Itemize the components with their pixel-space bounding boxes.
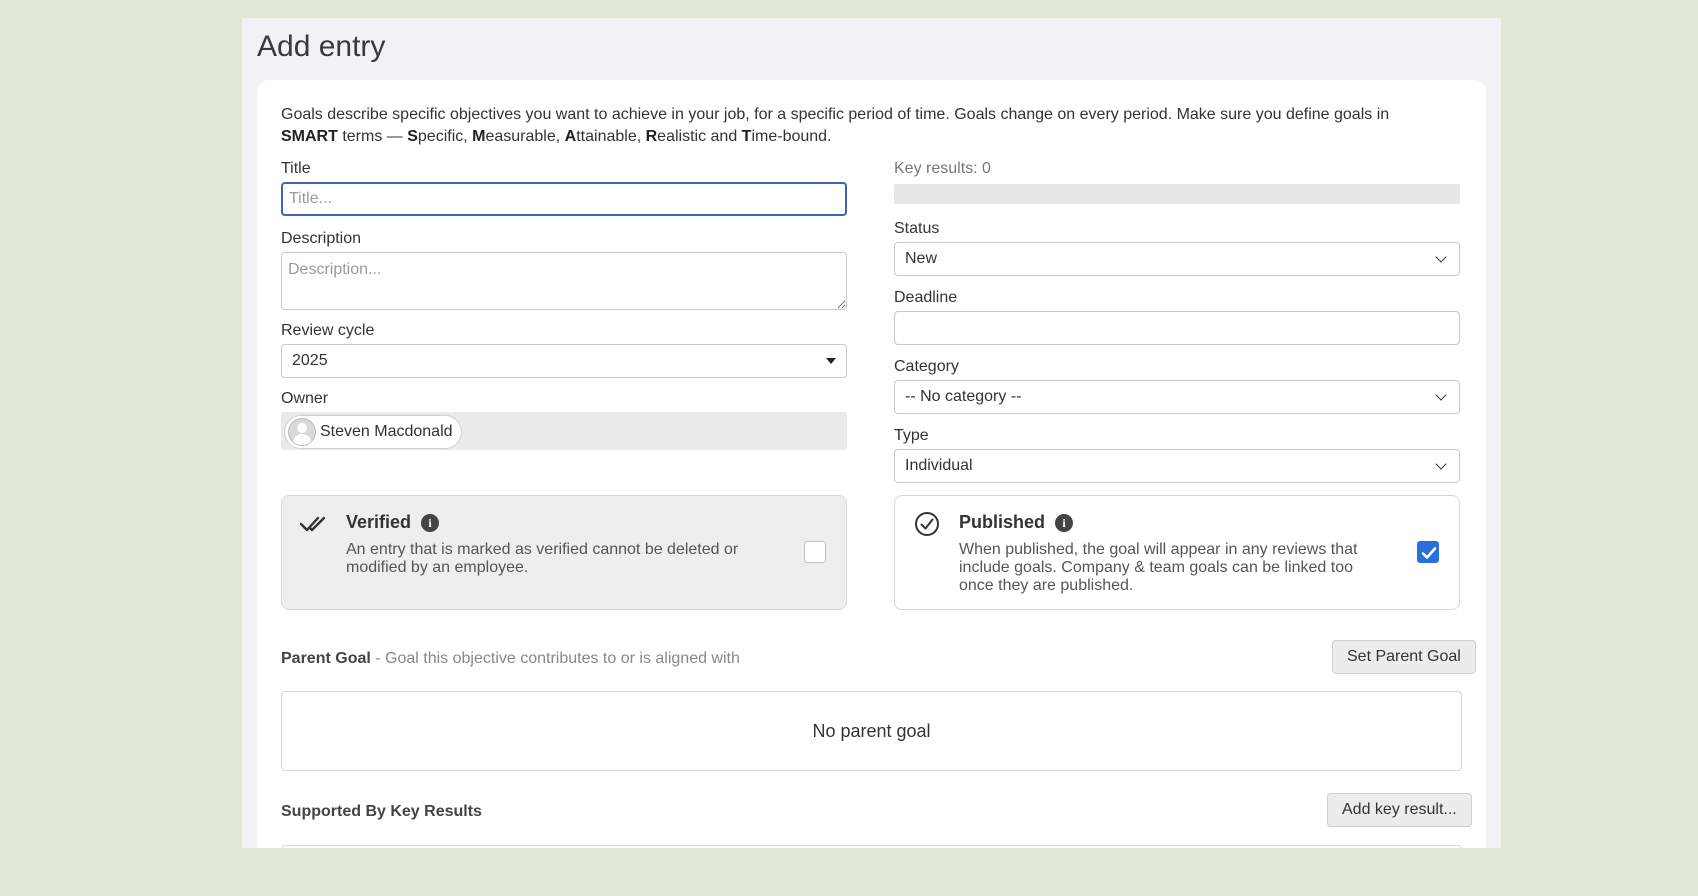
smart-word: pecific, [417, 128, 473, 145]
info-icon[interactable]: i [421, 513, 440, 532]
left-column: Title Description Review cycle 2025 Owne… [281, 160, 847, 465]
caret-down-icon [826, 358, 836, 364]
set-parent-goal-button[interactable]: Set Parent Goal [1332, 640, 1476, 674]
right-column: Key results: 0 Status New Deadline Categ… [894, 160, 1460, 498]
deadline-input[interactable] [894, 311, 1460, 345]
smart-letter: M [472, 128, 486, 145]
no-parent-goal-text: No parent goal [812, 720, 931, 741]
key-results-title: Supported By Key Results [281, 803, 482, 820]
published-title-row: Published i [959, 512, 1074, 533]
smart-word: ime-bound. [751, 128, 832, 145]
add-key-result-button[interactable]: Add key result... [1327, 793, 1472, 827]
owner-name: Steven Macdonald [320, 423, 453, 440]
review-cycle-label: Review cycle [281, 322, 375, 339]
deadline-label: Deadline [894, 289, 958, 306]
description-textarea[interactable] [281, 252, 847, 310]
chevron-down-icon [1435, 251, 1447, 263]
review-cycle-select[interactable]: 2025 [281, 344, 847, 378]
verified-checkbox[interactable] [804, 541, 826, 563]
intro-terms: terms — [337, 128, 408, 145]
page-title: Add entry [257, 30, 386, 63]
verified-title: Verified [346, 512, 412, 532]
status-select[interactable]: New [894, 242, 1460, 276]
status-label: Status [894, 220, 940, 237]
intro-line: Goals describe specific objectives you w… [281, 106, 1390, 123]
parent-goal-box: No parent goal [281, 691, 1462, 771]
smart-word: easurable, [485, 128, 565, 145]
status-value: New [905, 250, 938, 267]
type-select[interactable]: Individual [894, 449, 1460, 483]
smart-letter: A [564, 128, 577, 145]
smart-letter: S [407, 128, 418, 145]
review-cycle-value: 2025 [292, 352, 328, 369]
verified-description: An entry that is marked as verified cann… [346, 541, 739, 576]
entry-form-card: Goals describe specific objectives you w… [257, 80, 1486, 848]
category-select[interactable]: -- No category -- [894, 380, 1460, 414]
parent-goal-subtitle: - Goal this objective contributes to or … [370, 650, 740, 667]
title-input[interactable] [281, 182, 847, 216]
smart-letter: R [645, 128, 658, 145]
key-results-list [281, 845, 1462, 848]
chevron-down-icon [1435, 458, 1447, 470]
parent-goal-heading: Parent Goal - Goal this objective contri… [281, 650, 740, 668]
verified-title-row: Verified i [346, 512, 440, 533]
chevron-down-icon [1435, 389, 1447, 401]
add-entry-panel: Add entry Goals describe specific object… [242, 18, 1501, 848]
smart-word: ealistic and [657, 128, 742, 145]
smart-label: SMART [281, 128, 338, 145]
type-value: Individual [905, 457, 973, 474]
double-check-icon [299, 510, 328, 543]
check-circle-icon [913, 510, 941, 543]
published-title: Published [959, 512, 1046, 532]
owner-label: Owner [281, 390, 329, 407]
description-label: Description [281, 230, 362, 247]
title-label: Title [281, 160, 311, 177]
published-description: When published, the goal will appear in … [959, 541, 1358, 594]
key-results-heading: Supported By Key Results [281, 803, 482, 821]
smart-word: ttainable, [576, 128, 646, 145]
intro-text: Goals describe specific objectives you w… [281, 104, 1471, 148]
published-checkbox[interactable] [1417, 541, 1439, 563]
category-label: Category [894, 358, 959, 375]
parent-goal-title: Parent Goal [281, 650, 371, 667]
key-results-count: Key results: 0 [894, 160, 991, 177]
key-results-progress-bar [894, 184, 1460, 204]
verified-panel: Verified i An entry that is marked as ve… [281, 495, 847, 610]
info-icon[interactable]: i [1055, 513, 1074, 532]
smart-letter: T [741, 128, 752, 145]
category-value: -- No category -- [905, 388, 1022, 405]
owner-chip[interactable]: Steven Macdonald [284, 415, 462, 449]
published-panel: Published i When published, the goal wil… [894, 495, 1460, 610]
type-label: Type [894, 427, 929, 444]
owner-selector[interactable]: Steven Macdonald [281, 412, 847, 450]
checkmark-icon [1421, 547, 1437, 559]
avatar-icon [288, 418, 316, 446]
